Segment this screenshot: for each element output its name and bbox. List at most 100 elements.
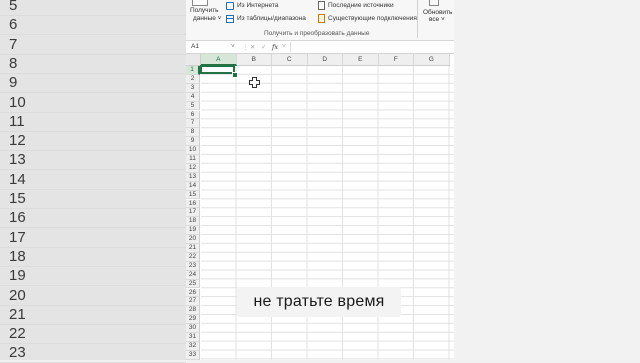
background-gridline [0, 323, 186, 325]
existing-connections-button[interactable]: Существующие подключения [328, 15, 417, 22]
background-row-number: 13 [9, 151, 26, 169]
background-row-number: 6 [9, 16, 18, 34]
background-gridline [0, 34, 186, 36]
background-row-number: 8 [9, 54, 18, 72]
row-header-1[interactable]: 1 [186, 66, 200, 75]
refresh-icon [429, 0, 439, 6]
background-gridline [0, 246, 186, 248]
name-box[interactable]: A1 [191, 43, 199, 50]
background-row-number: 7 [9, 35, 18, 53]
row-header-17[interactable]: 17 [186, 208, 200, 218]
row-header-27[interactable]: 27 [186, 297, 200, 307]
row-header-3[interactable]: 3 [186, 83, 200, 93]
background-row-number: 14 [9, 170, 26, 188]
enter-icon[interactable]: ✓ [261, 43, 266, 51]
column-header-e[interactable]: E [343, 54, 379, 66]
row-header-25[interactable]: 25 [186, 279, 200, 289]
web-icon [226, 2, 234, 10]
column-header-f[interactable]: F [378, 54, 414, 66]
row-header-15[interactable]: 15 [186, 190, 200, 200]
row-header-23[interactable]: 23 [186, 261, 200, 271]
background-gridline [0, 111, 186, 113]
row-header-33[interactable]: 33 [186, 350, 200, 360]
row-header-19[interactable]: 19 [186, 226, 200, 236]
background-gridline [0, 188, 186, 190]
row-header-2[interactable]: 2 [186, 74, 200, 84]
background-row-number: 9 [9, 74, 18, 92]
row-header-10[interactable]: 10 [186, 146, 200, 155]
refresh-all-line2[interactable]: все ˅ [429, 16, 445, 23]
row-header-11[interactable]: 11 [186, 155, 200, 164]
get-data-button-line2[interactable]: данные ˅ [193, 15, 221, 22]
fx-icon[interactable]: fx [272, 43, 278, 51]
formula-input[interactable] [290, 42, 454, 52]
column-header-b[interactable]: B [236, 54, 272, 66]
row-header-20[interactable]: 20 [186, 235, 200, 244]
background-row-number: 21 [9, 305, 26, 323]
row-header-22[interactable]: 22 [186, 252, 200, 262]
column-header-d[interactable]: D [307, 54, 343, 66]
get-data-icon [192, 0, 208, 6]
fill-handle[interactable] [232, 72, 238, 78]
refresh-all-line1[interactable]: Обновить [423, 9, 452, 16]
row-header-12[interactable]: 12 [186, 163, 200, 173]
background-row-number: 23 [9, 344, 26, 362]
get-data-button-line1[interactable]: Получить [190, 7, 219, 14]
fx-dropdown-icon: ˅ [282, 43, 286, 50]
ribbon-separator [417, 0, 418, 38]
connections-icon [318, 14, 325, 23]
row-header-28[interactable]: 28 [186, 306, 200, 316]
active-cell-a1[interactable] [200, 65, 235, 74]
background-row-number: 15 [9, 190, 26, 207]
background-gridline [0, 343, 186, 345]
background-row-number: 16 [9, 209, 26, 227]
column-header-c[interactable]: C [272, 54, 308, 66]
row-header-16[interactable]: 16 [186, 199, 200, 209]
formula-bar: A1 ˅ ⋮ ✕ ✓ fx ˅ [186, 41, 454, 54]
from-web-button[interactable]: Из Интернета [237, 2, 278, 9]
row-header-13[interactable]: 13 [186, 172, 200, 182]
background-row-number: 12 [9, 132, 26, 150]
row-header-7[interactable]: 7 [186, 119, 200, 129]
row-header-8[interactable]: 8 [186, 128, 200, 138]
from-table-button[interactable]: Из таблицы/диапазона [237, 15, 306, 22]
background-gridline [0, 169, 186, 171]
column-header-g[interactable]: G [414, 54, 450, 66]
row-header-26[interactable]: 26 [186, 288, 200, 298]
background-right [454, 0, 640, 360]
background-gridline [0, 72, 186, 74]
background-gridline [0, 208, 186, 209]
name-box-dropdown-icon[interactable]: ˅ [231, 43, 235, 50]
row-header-9[interactable]: 9 [186, 137, 200, 147]
background-row-number: 17 [9, 228, 26, 246]
ribbon: Получить данные ˅ Из Интернета Из таблиц… [186, 0, 454, 41]
row-header-6[interactable]: 6 [186, 110, 200, 120]
background-gridline [0, 92, 186, 94]
row-header-24[interactable]: 24 [186, 270, 200, 280]
row-header-29[interactable]: 29 [186, 315, 200, 325]
background-row-number: 5 [9, 0, 18, 14]
row-header-4[interactable]: 4 [186, 92, 200, 102]
select-all-corner[interactable] [186, 54, 201, 66]
background-row-number: 18 [9, 247, 26, 265]
row-header-21[interactable]: 21 [186, 244, 200, 253]
row-header-30[interactable]: 30 [186, 324, 200, 333]
video-caption: не тратьте время [237, 287, 401, 317]
row-header-31[interactable]: 31 [186, 333, 200, 342]
background-row-number: 11 [9, 112, 25, 130]
cancel-icon[interactable]: ✕ [250, 43, 255, 51]
background-row-number: 19 [9, 267, 26, 285]
row-header-18[interactable]: 18 [186, 217, 200, 227]
row-header-14[interactable]: 14 [186, 181, 200, 191]
background-row-number: 10 [9, 93, 26, 111]
row-header-32[interactable]: 32 [186, 341, 200, 351]
background-row-number: 22 [9, 325, 26, 343]
background-left: 5 6 7 8 9 10 11 12 13 14 15 16 17 18 19 20 21 22 23 [0, 0, 186, 363]
background-gridline [0, 15, 186, 16]
background-gridline [0, 227, 186, 229]
background-row-number: 20 [9, 286, 26, 304]
recent-sources-button[interactable]: Последние источники [328, 2, 394, 9]
row-header-5[interactable]: 5 [186, 101, 200, 111]
background-gridline [0, 285, 186, 287]
background-gridline [0, 150, 186, 152]
